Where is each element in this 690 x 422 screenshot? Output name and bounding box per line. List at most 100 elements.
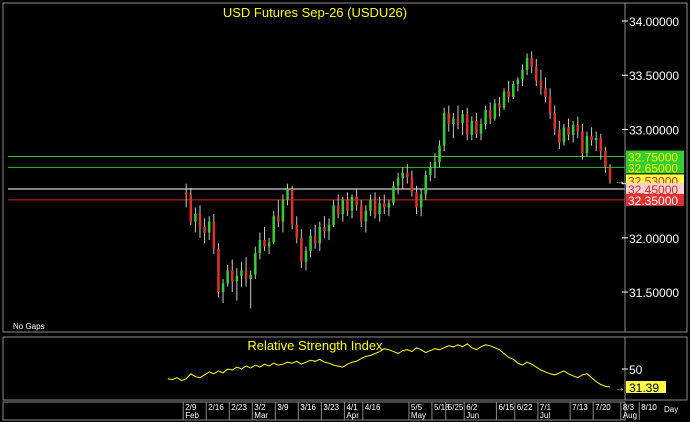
candle-body — [327, 224, 331, 232]
candle-body — [304, 250, 308, 262]
candle-body — [539, 80, 543, 89]
x-tick-day-label: 4/16 — [365, 403, 381, 412]
candle-body — [479, 124, 483, 134]
candle-body — [207, 221, 211, 233]
x-tick-month-label: Jul — [540, 411, 550, 420]
candle-body — [244, 270, 248, 280]
candle-body — [295, 224, 299, 238]
last-price-arrow-icon: → — [615, 176, 625, 187]
price-tick-label: 31.50000 — [629, 286, 679, 300]
candle-body — [286, 189, 289, 200]
candle-body — [415, 192, 418, 208]
candle-body — [230, 270, 234, 282]
candle-body — [318, 227, 322, 244]
x-tick-day-label: 6/22 — [517, 403, 533, 412]
candle-body — [184, 192, 188, 195]
candle-body — [410, 177, 414, 193]
candle-body — [419, 194, 423, 208]
candle-body — [488, 109, 492, 119]
candle-body — [221, 283, 225, 293]
x-tick-day-label: 2/23 — [231, 403, 247, 412]
rsi-arrow-icon: → — [615, 383, 625, 394]
candle-body — [392, 185, 395, 204]
futures-chart-window: 34.0000033.5000033.0000032.5000032.00000… — [0, 0, 690, 422]
candle-body — [387, 203, 391, 208]
candle-body — [525, 57, 529, 70]
rsi-title: Relative Strength Index — [247, 338, 383, 353]
candle-body — [378, 203, 381, 214]
candle-body — [364, 210, 368, 222]
x-tick-day-label: 8/10 — [641, 403, 657, 412]
candle-body — [401, 172, 404, 179]
candle-body — [290, 189, 294, 225]
candle-body — [498, 103, 501, 108]
candle-body — [433, 161, 437, 168]
candle-body — [203, 227, 206, 233]
x-tick-month-label: Aug — [623, 411, 637, 420]
candle-body — [530, 57, 533, 67]
candle-body — [429, 167, 432, 175]
x-tick-month-label: May — [411, 411, 426, 420]
candle-body — [585, 135, 589, 154]
candle-body — [447, 113, 451, 125]
candle-body — [373, 199, 377, 214]
candle-body — [493, 103, 497, 119]
rsi-tick-label: 50 — [629, 363, 643, 377]
x-tick-day-label: 5/25 — [448, 403, 464, 412]
candle-body — [558, 129, 561, 143]
candle-body — [323, 227, 326, 232]
x-unit-label: Day — [664, 405, 678, 414]
candle-body — [194, 213, 197, 222]
candle-body — [336, 205, 340, 214]
candle-body — [507, 91, 510, 97]
candle-body — [309, 235, 312, 251]
candle-body — [217, 248, 220, 293]
candle-body — [475, 120, 478, 134]
candle-body — [452, 118, 455, 125]
price-tick-label: 33.00000 — [629, 123, 679, 137]
candle-body — [544, 88, 547, 97]
x-tick-day-label: 7/20 — [595, 403, 611, 412]
candle-body — [608, 167, 612, 181]
x-tick-month-label: Jun — [466, 411, 479, 420]
no-gaps-note: No Gaps — [13, 322, 45, 331]
candle-body — [226, 270, 229, 284]
candle-body — [249, 274, 252, 280]
candle-body — [240, 270, 243, 276]
candle-body — [548, 96, 552, 114]
candle-body — [350, 196, 354, 211]
x-tick-day-label: 2/16 — [208, 403, 224, 412]
candle-body — [438, 145, 441, 162]
candle-body — [599, 138, 603, 152]
candle-body — [341, 199, 345, 214]
candle-body — [442, 113, 446, 146]
x-tick-day-label: 3/23 — [323, 403, 339, 412]
candle-body — [521, 69, 524, 80]
candle-body — [461, 114, 464, 123]
candle-body — [470, 120, 474, 135]
x-tick-day-label: 3/9 — [277, 403, 289, 412]
candle-body — [189, 194, 193, 222]
candle-body — [396, 178, 400, 186]
candle-body — [571, 125, 575, 135]
candle-body — [198, 213, 202, 228]
candle-body — [576, 125, 580, 132]
chart-background — [0, 0, 690, 422]
candle-body — [313, 235, 317, 244]
candle-body — [235, 275, 239, 282]
candle-body — [277, 216, 280, 222]
candle-body — [406, 172, 409, 178]
candle-body — [369, 199, 372, 211]
candle-body — [383, 203, 386, 208]
price-tick-label: 33.50000 — [629, 69, 679, 83]
price-tick-label: 32.00000 — [629, 232, 679, 246]
candle-body — [594, 138, 598, 141]
candle-body — [535, 66, 538, 81]
price-tag-label: 32.35000 — [628, 194, 678, 208]
candle-body — [359, 205, 363, 222]
price-tick-label: 34.00000 — [629, 15, 679, 29]
x-tick-day-label: 7/13 — [572, 403, 588, 412]
x-tick-day-label: 3/16 — [300, 403, 316, 412]
candle-body — [562, 127, 566, 143]
candle-body — [332, 205, 335, 225]
